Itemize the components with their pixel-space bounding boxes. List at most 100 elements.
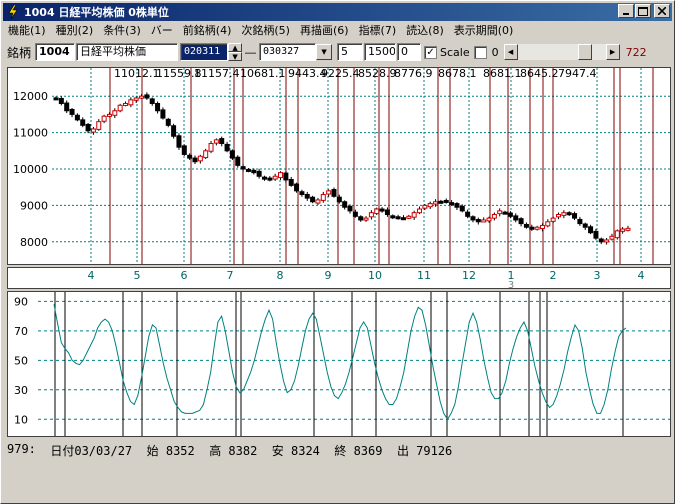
menu-item-redraw[interactable]: 再描画(6) bbox=[295, 22, 354, 40]
title-bar[interactable]: 1004 日経平均株価 0株単位 bbox=[3, 3, 672, 21]
candle-body bbox=[261, 176, 267, 180]
candle-body bbox=[582, 223, 588, 228]
candle-body bbox=[433, 201, 439, 205]
candle-body bbox=[112, 110, 118, 116]
candle-body bbox=[320, 193, 326, 201]
month-label: 5 bbox=[134, 269, 141, 282]
candle-body bbox=[556, 214, 562, 218]
candle-body bbox=[518, 218, 524, 225]
month-label: 2 bbox=[550, 269, 557, 282]
candle-body bbox=[368, 212, 374, 218]
check-mark-icon[interactable]: ✓ bbox=[424, 45, 438, 59]
menu-item-shubetsu[interactable]: 種別(2) bbox=[51, 22, 99, 40]
maximize-button[interactable] bbox=[635, 4, 651, 18]
top-value-label: 11157.4 bbox=[194, 68, 240, 80]
candle-body bbox=[593, 230, 599, 239]
top-value-label: 8776.9 bbox=[394, 68, 433, 80]
candle-body bbox=[240, 166, 246, 170]
price-tick-label: 12000 bbox=[13, 90, 48, 103]
candle-body bbox=[85, 123, 91, 132]
candle-body bbox=[475, 219, 481, 223]
candle-body bbox=[363, 217, 369, 221]
menu-item-load[interactable]: 読込(8) bbox=[401, 22, 449, 40]
candle-body bbox=[155, 102, 161, 112]
candle-body bbox=[299, 191, 305, 195]
param2-field[interactable]: 1500 bbox=[364, 43, 397, 61]
menu-item-jouken[interactable]: 条件(3) bbox=[98, 22, 146, 40]
spin-up-icon[interactable]: ▲ bbox=[228, 43, 243, 52]
date-from-spinner[interactable]: ▲ ▼ bbox=[228, 43, 243, 61]
candle-body bbox=[315, 199, 321, 204]
candle-body bbox=[245, 168, 251, 172]
top-value-label: 9225.4 bbox=[321, 68, 360, 80]
candle-body bbox=[411, 212, 417, 218]
candle-body bbox=[625, 227, 631, 231]
menu-item-period[interactable]: 表示期間(0) bbox=[449, 22, 519, 40]
candle-body bbox=[358, 216, 364, 221]
scroll-thumb[interactable] bbox=[577, 44, 592, 60]
stock-code-field[interactable]: 1004 bbox=[35, 43, 76, 61]
candle-body bbox=[133, 97, 139, 101]
candle-body bbox=[336, 196, 342, 203]
candle-body bbox=[64, 102, 70, 112]
scroll-track[interactable] bbox=[518, 44, 606, 60]
period-scrollbar[interactable]: ◀ ▶ bbox=[503, 44, 620, 60]
month-label: 12 bbox=[462, 269, 476, 282]
stock-name-field[interactable]: 日経平均株価 bbox=[76, 43, 179, 61]
candle-body bbox=[438, 200, 444, 204]
range-dash: ― bbox=[245, 45, 257, 59]
candle-body bbox=[481, 219, 487, 223]
status-index: 979: bbox=[7, 442, 36, 456]
menu-item-prev[interactable]: 前銘柄(4) bbox=[178, 22, 237, 40]
menu-item-kinou[interactable]: 機能(1) bbox=[3, 22, 51, 40]
param1-field[interactable]: 5 bbox=[337, 43, 364, 61]
menu-item-indicator[interactable]: 指標(7) bbox=[354, 22, 402, 40]
candle-body bbox=[352, 211, 358, 217]
candle-body bbox=[101, 115, 107, 122]
spin-down-icon[interactable]: ▼ bbox=[228, 52, 243, 61]
date-to-field[interactable]: 030327 bbox=[259, 43, 317, 61]
top-value-label: 8678.1 bbox=[438, 68, 477, 80]
candle-body bbox=[326, 190, 332, 195]
candle-body bbox=[139, 95, 145, 99]
candle-body bbox=[422, 204, 428, 209]
candlestick-chart: 8000900010000110001200011012.111559.8111… bbox=[13, 67, 670, 264]
date-to-dropdown-icon[interactable]: ▼ bbox=[316, 44, 333, 60]
candle-body bbox=[224, 143, 230, 152]
scale-checkbox[interactable] bbox=[473, 45, 487, 59]
menu-item-next[interactable]: 次銘柄(5) bbox=[236, 22, 295, 40]
candle-body bbox=[449, 202, 455, 206]
candle-body bbox=[80, 119, 86, 126]
candle-body bbox=[523, 223, 529, 228]
param3-field[interactable]: 0 bbox=[397, 43, 422, 61]
month-label: 4 bbox=[88, 269, 95, 282]
top-value-label: 8681.1 bbox=[483, 68, 522, 80]
month-label: 11 bbox=[417, 269, 431, 282]
minimize-button[interactable] bbox=[618, 4, 634, 18]
candle-body bbox=[229, 150, 235, 159]
candle-body bbox=[572, 213, 578, 219]
scroll-left-icon[interactable]: ◀ bbox=[503, 44, 518, 60]
date-from-field[interactable]: 020311 bbox=[180, 43, 229, 61]
candle-body bbox=[550, 217, 556, 222]
close-button[interactable] bbox=[654, 4, 670, 18]
candle-body bbox=[69, 108, 75, 115]
candle-body bbox=[379, 208, 385, 212]
candle-body bbox=[465, 211, 471, 217]
candle-body bbox=[272, 175, 278, 180]
toolbar: 銘柄 1004 日経平均株価 020311 ▲ ▼ ― 030327 ▼ 5 1… bbox=[3, 41, 672, 63]
osc-tick-label: 30 bbox=[14, 384, 28, 397]
candle-body bbox=[491, 214, 497, 219]
menu-item-bar[interactable]: バー bbox=[146, 22, 178, 40]
candle-body bbox=[454, 203, 460, 208]
candle-body bbox=[165, 118, 171, 126]
candle-body bbox=[208, 143, 214, 152]
candle-body bbox=[144, 94, 150, 99]
lightning-app-icon bbox=[6, 5, 20, 19]
scroll-right-icon[interactable]: ▶ bbox=[605, 44, 620, 60]
status-low: 安 8324 bbox=[271, 444, 320, 458]
price-tick-label: 10000 bbox=[13, 163, 48, 176]
candle-body bbox=[513, 215, 519, 221]
candle-body bbox=[427, 203, 433, 208]
candle-body bbox=[304, 193, 310, 199]
